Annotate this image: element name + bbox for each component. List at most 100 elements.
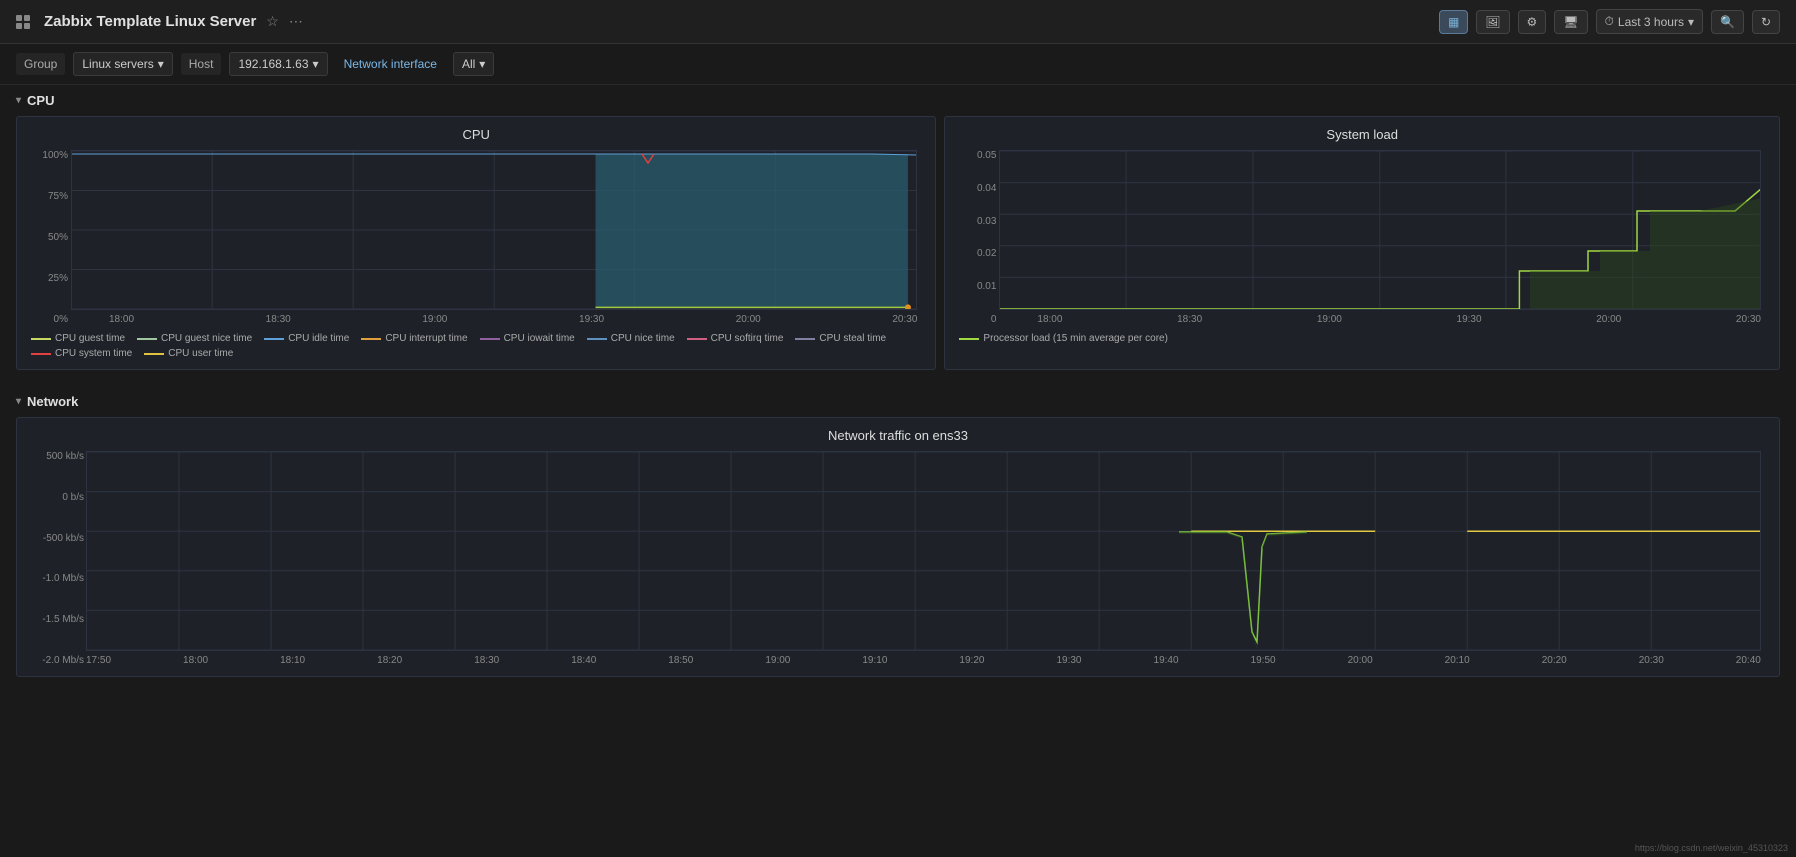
host-label: Host	[181, 53, 222, 75]
clock-icon: ⏱	[1605, 14, 1614, 29]
legend-color	[587, 338, 607, 340]
legend-color	[959, 338, 979, 340]
network-x-labels: 17:50 18:00 18:10 18:20 18:30 18:40 18:5…	[86, 655, 1761, 666]
refresh-button[interactable]: ↻	[1752, 10, 1780, 34]
x-label: 19:10	[862, 655, 887, 666]
legend-label: CPU user time	[168, 348, 233, 359]
cpu-chart-area[interactable]	[71, 150, 917, 310]
refresh-icon: ↻	[1761, 15, 1771, 29]
network-section-header[interactable]: ▾ Network	[0, 386, 1796, 417]
x-label: 18:50	[668, 655, 693, 666]
legend-interrupt: CPU interrupt time	[361, 333, 467, 344]
y-label: 0.02	[961, 248, 996, 259]
x-label: 20:10	[1445, 655, 1470, 666]
legend-user: CPU user time	[144, 348, 233, 359]
y-label-75: 75%	[33, 191, 68, 202]
network-section: Network traffic on ens33 500 kb/s 0 b/s …	[0, 417, 1796, 693]
legend-label: CPU idle time	[288, 333, 349, 344]
network-interface-button[interactable]: Network interface	[336, 53, 445, 75]
x-label: 19:30	[1056, 655, 1081, 666]
star-icon[interactable]: ☆	[266, 13, 279, 30]
host-select[interactable]: 192.168.1.63 ▾	[229, 52, 327, 76]
y-label: -500 kb/s	[34, 533, 84, 544]
cpu-chart-container: CPU 100% 75% 50% 25% 0%	[16, 116, 936, 370]
host-value: 192.168.1.63	[238, 57, 308, 71]
legend-label: CPU softirq time	[711, 333, 784, 344]
x-label: 20:40	[1736, 655, 1761, 666]
legend-color	[137, 338, 157, 340]
monitor-button[interactable]: 🖥	[1554, 10, 1587, 34]
time-range-button[interactable]: ⏱ Last 3 hours ▾	[1596, 9, 1703, 34]
system-load-chart-container: System load 0.05 0.04 0.03 0.02 0.01 0	[944, 116, 1780, 370]
legend-color	[795, 338, 815, 340]
y-label: -1.5 Mb/s	[34, 614, 84, 625]
page-title: Zabbix Template Linux Server	[44, 13, 256, 30]
image-button[interactable]: 🖼	[1476, 10, 1509, 34]
bar-chart-button[interactable]: ▦	[1439, 10, 1468, 34]
x-label: 19:40	[1154, 655, 1179, 666]
legend-softirq: CPU softirq time	[687, 333, 784, 344]
zoom-out-button[interactable]: 🔍	[1711, 10, 1744, 34]
gear-icon: ⚙	[1527, 15, 1538, 29]
x-label: 20:00	[1596, 314, 1621, 325]
network-chart-svg	[87, 452, 1760, 650]
system-load-y-labels: 0.05 0.04 0.03 0.02 0.01 0	[961, 150, 996, 325]
zoom-out-icon: 🔍	[1720, 15, 1735, 29]
chevron-down-icon: ▾	[313, 57, 319, 71]
x-label: 20:30	[892, 314, 917, 325]
network-y-labels: 500 kb/s 0 b/s -500 kb/s -1.0 Mb/s -1.5 …	[34, 451, 84, 666]
cpu-x-labels: 18:00 18:30 19:00 19:30 20:00 20:30	[71, 314, 917, 325]
legend-color	[264, 338, 284, 340]
group-value: Linux servers	[82, 57, 153, 71]
legend-label: CPU nice time	[611, 333, 675, 344]
y-label: 0.03	[961, 216, 996, 227]
x-label: 19:00	[765, 655, 790, 666]
x-label: 19:00	[1317, 314, 1342, 325]
legend-color	[361, 338, 381, 340]
x-label: 20:30	[1639, 655, 1664, 666]
system-load-wrapper: 0.05 0.04 0.03 0.02 0.01 0	[999, 150, 1761, 325]
grid-app-icon[interactable]	[16, 15, 30, 29]
x-label: 19:20	[959, 655, 984, 666]
legend-label: CPU guest time	[55, 333, 125, 344]
cpu-legend: CPU guest time CPU guest nice time CPU i…	[31, 333, 921, 359]
x-label: 19:30	[579, 314, 604, 325]
bar-chart-icon: ▦	[1448, 15, 1459, 29]
network-chart-wrapper: 500 kb/s 0 b/s -500 kb/s -1.0 Mb/s -1.5 …	[86, 451, 1761, 666]
legend-steal: CPU steal time	[795, 333, 886, 344]
network-section-label: Network	[27, 394, 78, 409]
share-icon[interactable]: ⋯	[289, 13, 303, 30]
time-range-label: Last 3 hours	[1618, 15, 1684, 29]
group-select[interactable]: Linux servers ▾	[73, 52, 172, 76]
legend-color	[31, 338, 51, 340]
header-right: ▦ 🖼 ⚙ 🖥 ⏱ Last 3 hours ▾ 🔍 ↻	[1439, 9, 1780, 34]
system-load-x-labels: 18:00 18:30 19:00 19:30 20:00 20:30	[999, 314, 1761, 325]
legend-color	[480, 338, 500, 340]
x-label: 18:20	[377, 655, 402, 666]
cpu-y-labels: 100% 75% 50% 25% 0%	[33, 150, 68, 325]
system-load-chart-area[interactable]	[999, 150, 1761, 310]
header-left: Zabbix Template Linux Server ☆ ⋯	[16, 13, 303, 30]
y-label: 0.04	[961, 183, 996, 194]
all-select[interactable]: All ▾	[453, 52, 494, 76]
y-label-50: 50%	[33, 232, 68, 243]
legend-guest-nice: CPU guest nice time	[137, 333, 252, 344]
x-label: 18:00	[109, 314, 134, 325]
x-label: 18:30	[474, 655, 499, 666]
legend-label: CPU guest nice time	[161, 333, 252, 344]
network-chart-area[interactable]	[86, 451, 1761, 651]
network-chart-container: Network traffic on ens33 500 kb/s 0 b/s …	[16, 417, 1780, 677]
gear-button[interactable]: ⚙	[1518, 10, 1547, 34]
legend-label: CPU interrupt time	[385, 333, 467, 344]
cpu-section-header[interactable]: ▾ CPU	[0, 85, 1796, 116]
x-label: 18:30	[266, 314, 291, 325]
all-value: All	[462, 57, 475, 71]
cpu-chart-wrapper: 100% 75% 50% 25% 0%	[71, 150, 917, 325]
x-label: 20:30	[1736, 314, 1761, 325]
legend-label: CPU steal time	[819, 333, 886, 344]
y-label: -1.0 Mb/s	[34, 573, 84, 584]
y-label: 0.05	[961, 150, 996, 161]
legend-system: CPU system time	[31, 348, 132, 359]
network-chart-title: Network traffic on ens33	[31, 428, 1765, 443]
chevron-down-icon: ▾	[1688, 15, 1694, 29]
